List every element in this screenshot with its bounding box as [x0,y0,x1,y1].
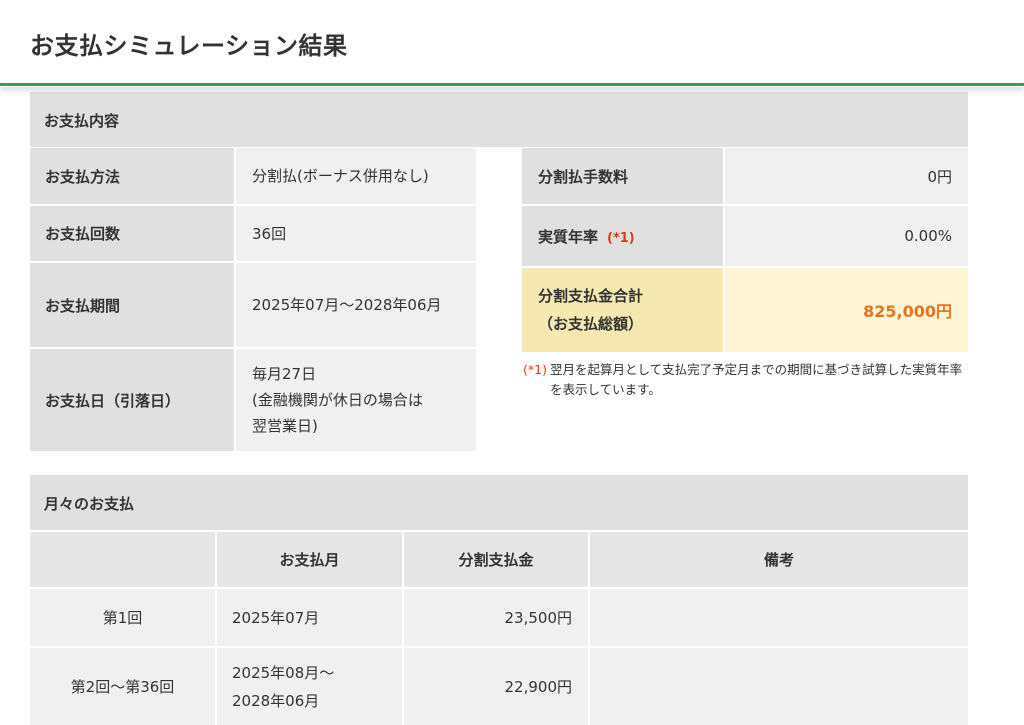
header-accent-line [0,83,1024,86]
payment-details-heading: お支払内容 [30,92,968,147]
total-amount-label: 分割支払金合計 （お支払総額） [522,268,723,352]
payment-date-line: 毎月27日 [252,365,317,383]
footnote: (*1) 翌月を起算月として支払完了予定月までの期間に基づき試算した実質年率を表… [522,360,968,400]
table-cell-amount: 22,900円 [404,648,588,725]
footnote-reference: (*1) [607,230,635,246]
total-amount-label-line: （お支払総額） [538,315,644,333]
table-cell-amount: 23,500円 [404,589,588,646]
payment-count-label: お支払回数 [30,206,234,261]
payment-date-line: 翌営業日) [252,417,318,435]
table-cell-number: 第2回～第36回 [30,648,215,725]
month-range-line: 2028年06月 [232,691,320,710]
page-header: お支払シミュレーション結果 [0,0,1024,87]
column-header-remarks: 備考 [590,532,968,587]
payment-method-value: 分割払(ボーナス併用なし) [236,148,476,204]
table-cell-remarks [590,589,968,646]
footnote-text: 翌月を起算月として支払完了予定月までの期間に基づき試算した実質年率を表示していま… [550,362,963,397]
page-title: お支払シミュレーション結果 [30,32,348,60]
payment-period-value: 2025年07月～2028年06月 [236,263,476,347]
monthly-payments-heading: 月々のお支払 [30,475,968,530]
payment-date-line: (金融機関が休日の場合は [252,391,423,409]
installment-fee-label: 分割払手数料 [522,148,723,204]
installment-fee-value: 0円 [725,148,968,204]
total-amount-label-line: 分割支払金合計 [538,287,644,305]
annual-rate-label: 実質年率 (*1) [522,206,723,266]
table-cell-number: 第1回 [30,589,215,646]
annual-rate-label-text: 実質年率 [538,227,599,246]
payment-date-label: お支払日（引落日） [30,349,234,451]
payment-method-label: お支払方法 [30,148,234,204]
footnote-mark: (*1) [523,362,547,377]
table-cell-remarks [590,648,968,725]
annual-rate-value: 0.00% [725,206,968,266]
month-range-line: 2025年08月～ [232,663,335,682]
payment-period-label: お支払期間 [30,263,234,347]
table-cell-month: 2025年08月～ 2028年06月 [217,648,402,725]
column-header-amount: 分割支払金 [404,532,588,587]
column-header-number [30,532,215,587]
payment-count-value: 36回 [236,206,476,261]
column-header-month: お支払月 [217,532,402,587]
table-cell-month: 2025年07月 [217,589,402,646]
total-amount-value: 825,000円 [725,268,968,352]
payment-date-value: 毎月27日 (金融機関が休日の場合は 翌営業日) [236,349,476,451]
